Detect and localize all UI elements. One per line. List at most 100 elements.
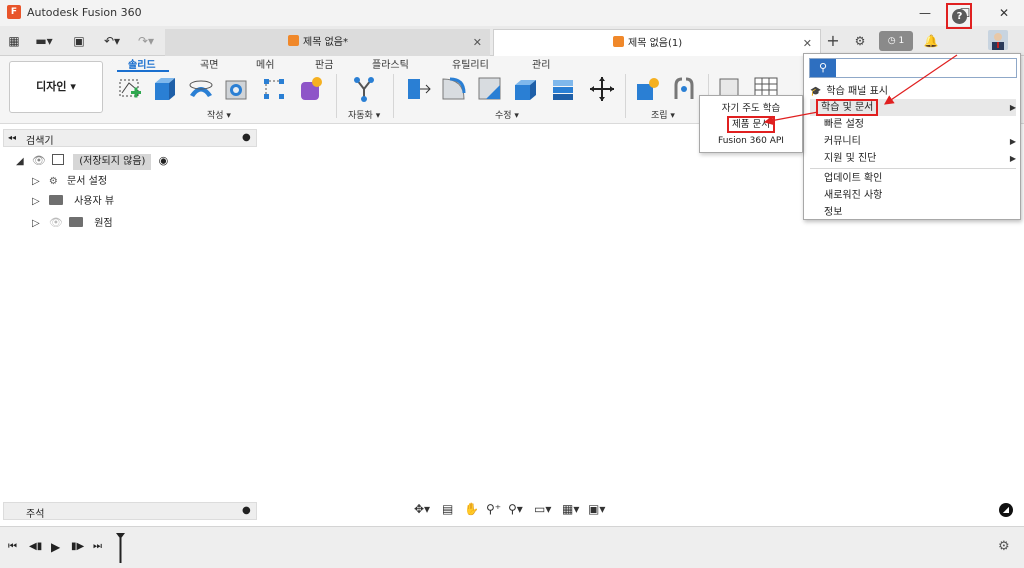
press-pull-icon[interactable]: [404, 75, 432, 103]
create-sketch-icon[interactable]: [117, 75, 145, 103]
grid-snap-icon[interactable]: ▦▾: [562, 502, 579, 516]
document-tab-active[interactable]: 제목 없음(1) ✕: [493, 29, 821, 56]
automate-group-label[interactable]: 자동화 ▾: [348, 108, 380, 121]
redo-button[interactable]: ↷▾: [132, 32, 160, 50]
job-status-badge[interactable]: ◷ 1: [879, 31, 913, 51]
tree-item-named-views[interactable]: ▷ 사용자 뷰: [32, 194, 132, 210]
folder-icon: [69, 217, 84, 227]
tab-plastic[interactable]: 플라스틱: [372, 56, 409, 71]
menu-item-learning-docs[interactable]: 학습 및 문서 ▶: [810, 99, 1016, 116]
pattern-icon[interactable]: [261, 75, 289, 103]
collapse-triangle-icon[interactable]: ◢: [16, 156, 24, 167]
menu-item-quick-setup[interactable]: 빠른 설정: [810, 116, 1016, 133]
hidden-eye-icon[interactable]: 👁: [49, 216, 63, 229]
fit-zoom-icon[interactable]: ⚲▾: [508, 502, 523, 516]
go-to-end-icon[interactable]: ⏭: [93, 541, 102, 552]
zoom-icon[interactable]: ⚲⁺: [486, 502, 501, 516]
tab-surface[interactable]: 곡면: [200, 56, 218, 71]
tree-root-row[interactable]: ◢ 👁 (저장되지 않음) ◉: [16, 153, 186, 170]
shell-icon[interactable]: [512, 75, 540, 103]
expand-triangle-icon[interactable]: ▷: [32, 196, 40, 207]
help-search-input[interactable]: ⚲: [809, 58, 1017, 78]
fillet-icon[interactable]: [440, 75, 468, 103]
tab-utilities[interactable]: 유틸리티: [452, 56, 489, 71]
undo-button[interactable]: ↶▾: [98, 32, 126, 50]
automate-icon[interactable]: [350, 75, 378, 103]
data-panel-grid-icon[interactable]: ▦: [6, 32, 22, 50]
menu-item-show-learning-panel[interactable]: 🎓 학습 패널 표시: [810, 83, 1016, 100]
tree-item-document-settings[interactable]: ▷ ⚙ 문서 설정: [32, 174, 132, 190]
go-to-start-icon[interactable]: ⏮: [8, 541, 17, 552]
submenu-item-product-docs[interactable]: 제품 문서: [700, 116, 802, 133]
timeline-marker[interactable]: [116, 533, 125, 563]
assemble-group-label[interactable]: 조립 ▾: [651, 108, 675, 121]
step-forward-icon[interactable]: ▮▶: [71, 541, 84, 552]
hole-icon[interactable]: [223, 75, 251, 103]
menu-item-about[interactable]: 정보: [810, 204, 1016, 221]
new-component-icon[interactable]: [634, 75, 662, 103]
tree-item-label: 원점: [94, 218, 113, 229]
tab-mesh[interactable]: 메쉬: [256, 56, 274, 71]
help-button[interactable]: ?: [946, 3, 972, 29]
modify-group-label[interactable]: 수정 ▾: [495, 108, 519, 121]
create-group-label[interactable]: 작성 ▾: [207, 108, 231, 121]
look-at-icon[interactable]: ▤: [442, 502, 453, 516]
step-back-icon[interactable]: ◀▮: [29, 541, 42, 552]
save-icon[interactable]: ▣: [70, 32, 88, 50]
menu-item-whats-new[interactable]: 새로워진 사항: [810, 187, 1016, 204]
tab-label: 제목 없음(1): [628, 38, 683, 49]
user-avatar[interactable]: [988, 30, 1008, 50]
timeline-bar: ⏮ ◀▮ ▶ ▮▶ ⏭ ⚙: [0, 526, 1024, 568]
online-status-icon[interactable]: ⚙: [849, 31, 871, 51]
menu-item-label: 지원 및 진단: [824, 153, 877, 164]
tab-manage[interactable]: 관리: [532, 56, 550, 71]
minimize-button[interactable]: —: [910, 3, 940, 23]
play-icon[interactable]: ▶: [51, 540, 60, 554]
submenu-item-api[interactable]: Fusion 360 API: [700, 136, 802, 146]
joint-icon[interactable]: [670, 75, 698, 103]
viewports-icon[interactable]: ▣▾: [588, 502, 605, 516]
learning-submenu: 자기 주도 학습 제품 문서 Fusion 360 API: [699, 95, 803, 153]
close-tab-icon[interactable]: ✕: [473, 29, 482, 56]
workspace-switcher[interactable]: 디자인 ▾: [9, 61, 103, 113]
document-tab-unsaved[interactable]: 제목 없음* ✕: [165, 29, 490, 56]
orbit-icon[interactable]: ✥▾: [414, 502, 430, 516]
menu-item-label: 학습 패널 표시: [826, 86, 888, 97]
add-comment-icon[interactable]: ●: [242, 505, 251, 516]
menu-item-label: 빠른 설정: [824, 119, 864, 130]
collapse-browser-icon[interactable]: ◂◂: [8, 133, 16, 142]
timeline-settings-gear-icon[interactable]: ⚙: [998, 539, 1010, 554]
expand-triangle-icon[interactable]: ▷: [32, 176, 40, 187]
component-cube-icon: [613, 36, 624, 47]
activate-radio-icon[interactable]: ◉: [159, 154, 169, 167]
combine-icon[interactable]: [550, 75, 578, 103]
extrude-icon[interactable]: [151, 75, 179, 103]
menu-item-label: 학습 및 문서: [816, 99, 879, 116]
move-copy-icon[interactable]: [588, 75, 616, 103]
browser-panel-header[interactable]: ◂◂ 검색기 ●: [3, 129, 257, 147]
comments-panel-header[interactable]: 주석 ●: [3, 502, 257, 520]
file-menu-button[interactable]: ▬▾: [30, 32, 58, 50]
tab-sheet-metal[interactable]: 판금: [315, 56, 333, 71]
menu-item-support[interactable]: 지원 및 진단 ▶: [810, 150, 1016, 167]
gear-icon: ⚙: [48, 176, 58, 187]
expand-triangle-icon[interactable]: ▷: [32, 218, 40, 229]
toolbar-separator: [336, 74, 337, 118]
tree-item-origin[interactable]: ▷ 👁 원점: [32, 215, 132, 231]
revolve-icon[interactable]: [187, 75, 215, 103]
autodesk-assistant-icon[interactable]: ◢: [999, 503, 1013, 517]
pan-hand-icon[interactable]: ✋: [464, 502, 479, 516]
browser-options-icon[interactable]: ●: [242, 132, 251, 143]
new-tab-button[interactable]: +: [822, 31, 844, 51]
create-form-icon[interactable]: [297, 75, 325, 103]
search-icon[interactable]: ⚲: [810, 59, 836, 77]
tab-solid[interactable]: 솔리드: [128, 56, 156, 71]
submenu-item-self-paced-learning[interactable]: 자기 주도 학습: [700, 100, 802, 114]
menu-item-community[interactable]: 커뮤니티 ▶: [810, 133, 1016, 150]
close-window-button[interactable]: ✕: [989, 3, 1019, 23]
display-settings-icon[interactable]: ▭▾: [534, 502, 551, 516]
menu-item-check-updates[interactable]: 업데이트 확인: [810, 170, 1016, 187]
notifications-bell-icon[interactable]: 🔔: [920, 31, 942, 51]
chamfer-icon[interactable]: [476, 75, 504, 103]
visibility-eye-icon[interactable]: 👁: [32, 154, 46, 167]
